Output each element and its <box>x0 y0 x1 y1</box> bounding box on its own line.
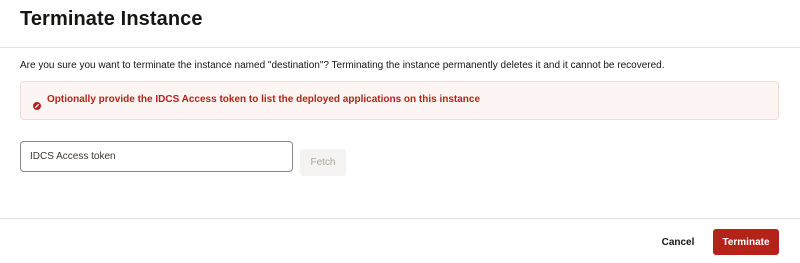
dialog-title: Terminate Instance <box>20 8 203 30</box>
cancel-button[interactable]: Cancel <box>653 230 703 254</box>
terminate-button[interactable]: Terminate <box>713 229 779 255</box>
error-circle-icon <box>33 97 41 110</box>
confirmation-message: Are you sure you want to terminate the i… <box>20 60 665 71</box>
alert-text: Optionally provide the IDCS Access token… <box>47 94 481 105</box>
info-alert: Optionally provide the IDCS Access token… <box>20 81 779 120</box>
header-divider <box>0 47 800 48</box>
terminate-instance-dialog: Terminate Instance Are you sure you want… <box>0 0 800 263</box>
fetch-button[interactable]: Fetch <box>300 149 346 176</box>
idcs-access-token-input[interactable] <box>20 141 293 172</box>
footer-divider <box>0 218 800 219</box>
